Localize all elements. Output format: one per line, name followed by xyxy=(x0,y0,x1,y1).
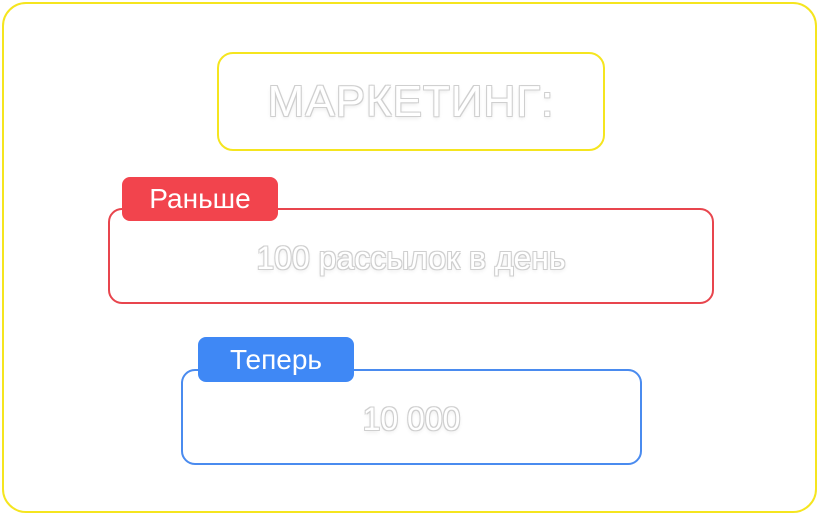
now-value: 10 000 xyxy=(362,400,461,437)
now-box: 10 000 xyxy=(181,369,642,465)
before-value: 100 рассылок в день xyxy=(256,239,566,276)
before-tag: Раньше xyxy=(122,177,278,221)
title-box: МАРКЕТИНГ: xyxy=(217,52,605,151)
page-title: МАРКЕТИНГ: xyxy=(267,76,555,126)
before-box: 100 рассылок в день xyxy=(108,208,714,304)
now-tag: Теперь xyxy=(198,337,354,382)
